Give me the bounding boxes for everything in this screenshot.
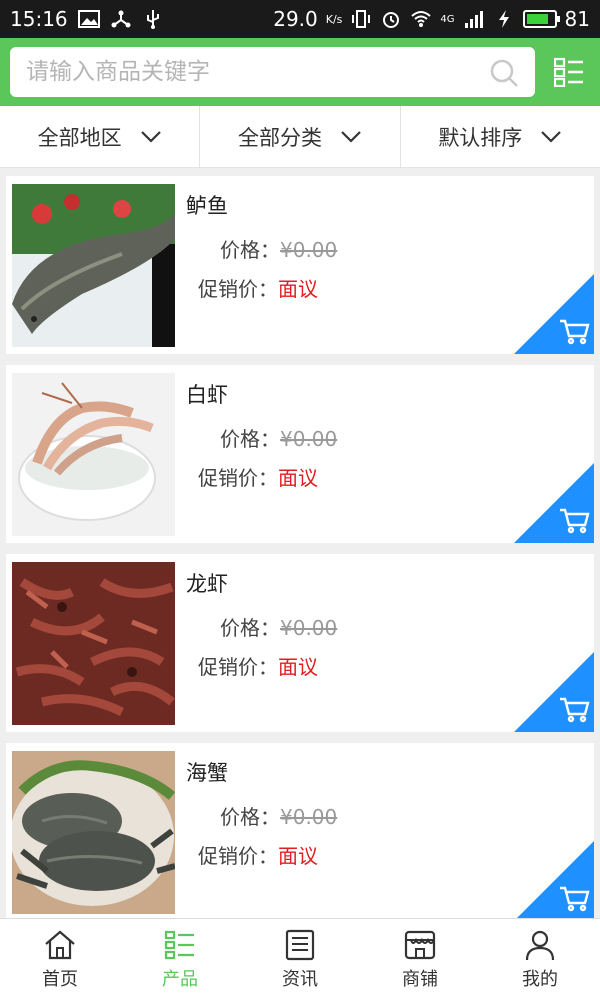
product-image-sea-crab[interactable]: [12, 751, 175, 914]
product-image-crayfish[interactable]: [12, 562, 175, 725]
price-label: 价格：: [220, 805, 280, 829]
chevron-down-icon: [541, 130, 562, 143]
promo-label: 促销价：: [198, 655, 278, 679]
add-to-cart-button[interactable]: [514, 463, 594, 543]
filter-bar: 全部地区 全部分类 默认排序: [0, 106, 600, 168]
product-name[interactable]: 海蟹: [186, 757, 228, 787]
filter-sort[interactable]: 默认排序: [401, 106, 600, 167]
nav-shop[interactable]: 商铺: [360, 919, 480, 1000]
product-card[interactable]: 龙虾 价格：¥0.00 促销价：面议: [6, 554, 594, 732]
nav-home-label: 首页: [42, 969, 78, 990]
network-type: 4G: [440, 13, 455, 25]
price-label: 价格：: [220, 427, 280, 451]
usb-icon: [146, 10, 159, 29]
price-row: 价格：¥0.00: [220, 612, 337, 641]
header: [0, 38, 600, 106]
product-name[interactable]: 鲈鱼: [186, 190, 228, 220]
share-icon: [111, 10, 131, 28]
product-image-perch[interactable]: [12, 184, 175, 347]
nav-shop-label: 商铺: [402, 969, 438, 990]
wifi-icon: [411, 11, 432, 27]
promo-row: 促销价：面议: [198, 840, 318, 869]
home-icon: [45, 930, 75, 960]
promo-row: 促销价：面议: [198, 273, 318, 302]
promo-row: 促销价：面议: [198, 651, 318, 680]
search-input[interactable]: [26, 47, 476, 97]
category-menu-icon[interactable]: [554, 57, 584, 87]
promo-value: 面议: [278, 277, 318, 301]
nav-mine-label: 我的: [522, 969, 558, 990]
alarm-icon: [383, 12, 400, 28]
price-row: 价格：¥0.00: [220, 234, 337, 263]
bottom-nav: 首页 产品 资讯 商铺 我的: [0, 918, 600, 1000]
image-icon: [77, 10, 100, 28]
product-card[interactable]: 海蟹 价格：¥0.00 促销价：面议: [6, 743, 594, 921]
filter-category-label: 全部分类: [237, 125, 322, 150]
chevron-down-icon: [140, 130, 161, 143]
promo-label: 促销价：: [198, 466, 278, 490]
product-name[interactable]: 龙虾: [186, 568, 228, 598]
nav-news[interactable]: 资讯: [240, 919, 360, 1000]
add-to-cart-button[interactable]: [514, 652, 594, 732]
promo-value: 面议: [278, 655, 318, 679]
battery-level: 81: [564, 7, 590, 31]
charging-icon: [498, 10, 509, 28]
nav-mine[interactable]: 我的: [480, 919, 600, 1000]
nav-home[interactable]: 首页: [0, 919, 120, 1000]
net-speed-unit: K/s: [325, 12, 343, 26]
product-image-white-shrimp[interactable]: [12, 373, 175, 536]
nav-news-label: 资讯: [282, 969, 318, 990]
chevron-down-icon: [341, 130, 361, 143]
status-bar: 15:16 29.0 K/s 4G 81: [0, 0, 600, 38]
product-card[interactable]: 鲈鱼 价格：¥0.00 促销价：面议: [6, 176, 594, 354]
product-list: 鲈鱼 价格：¥0.00 促销价：面议 白虾 价格：¥0.00 促销价：面议 龙虾…: [6, 176, 594, 932]
product-list-icon: [164, 930, 194, 960]
nav-products[interactable]: 产品: [120, 919, 240, 1000]
price-label: 价格：: [220, 616, 280, 640]
price-row: 价格：¥0.00: [220, 801, 337, 830]
net-speed: 29.0: [273, 7, 318, 31]
filter-region-label: 全部地区: [37, 125, 122, 150]
nav-products-label: 产品: [162, 969, 198, 990]
battery-icon: [522, 10, 560, 28]
signal-icon: [464, 11, 483, 28]
price-row: 价格：¥0.00: [220, 423, 337, 452]
product-card[interactable]: 白虾 价格：¥0.00 促销价：面议: [6, 365, 594, 543]
add-to-cart-button[interactable]: [514, 841, 594, 921]
promo-value: 面议: [278, 466, 318, 490]
vibrate-icon: [352, 10, 371, 28]
product-name[interactable]: 白虾: [186, 379, 228, 409]
filter-region[interactable]: 全部地区: [0, 106, 201, 167]
promo-row: 促销价：面议: [198, 462, 318, 491]
filter-sort-label: 默认排序: [438, 125, 523, 150]
price-value: ¥0.00: [280, 427, 338, 451]
search-icon[interactable]: [489, 58, 519, 88]
promo-label: 促销价：: [198, 277, 278, 301]
shop-icon: [404, 930, 436, 960]
news-icon: [285, 929, 315, 961]
user-icon: [525, 930, 555, 961]
price-label: 价格：: [220, 238, 280, 262]
clock: 15:16: [10, 7, 68, 31]
price-value: ¥0.00: [280, 805, 338, 829]
price-value: ¥0.00: [280, 238, 338, 262]
promo-label: 促销价：: [198, 844, 278, 868]
search-box[interactable]: [10, 47, 535, 97]
add-to-cart-button[interactable]: [514, 274, 594, 354]
price-value: ¥0.00: [280, 616, 338, 640]
filter-category[interactable]: 全部分类: [200, 106, 401, 167]
promo-value: 面议: [278, 844, 318, 868]
